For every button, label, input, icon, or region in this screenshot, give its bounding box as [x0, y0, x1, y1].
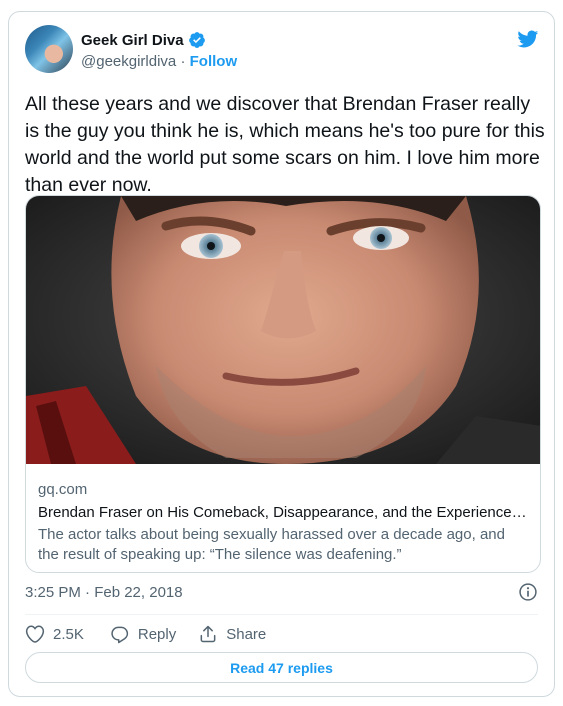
avatar[interactable]: [25, 25, 73, 73]
follow-button[interactable]: Follow: [190, 53, 238, 70]
like-count: 2.5K: [53, 625, 84, 643]
tweet-text: All these years and we discover that Bre…: [25, 93, 545, 196]
author-name-row: Geek Girl Diva: [81, 31, 206, 49]
link-domain: gq.com: [38, 481, 88, 498]
read-replies-label: Read 47 replies: [230, 659, 333, 676]
heart-icon: [25, 625, 45, 643]
tweet-timestamp[interactable]: 3:25 PM · Feb 22, 2018: [25, 584, 183, 601]
verified-badge-icon: [188, 32, 205, 48]
reply-label: Reply: [137, 625, 177, 643]
author-handle-row: @geekgirldiva · Follow: [81, 53, 237, 70]
article-photo[interactable]: [26, 196, 541, 464]
reply-icon: [111, 626, 128, 644]
divider: [25, 614, 538, 615]
link-description: The actor talks about being sexually har…: [38, 526, 505, 563]
action-bar: 2.5K Reply Share: [25, 622, 288, 646]
handle-separator: ·: [180, 53, 190, 70]
link-preview-card[interactable]: gq.com Brendan Fraser on His Comeback, D…: [25, 195, 541, 573]
tweet-card: Geek Girl Diva @geekgirldiva · Follow Al…: [8, 11, 555, 697]
author-handle[interactable]: @geekgirldiva: [81, 53, 176, 70]
read-replies-button[interactable]: Read 47 replies: [25, 652, 538, 683]
link-title[interactable]: Brendan Fraser on His Comeback, Disappea…: [38, 503, 528, 523]
info-icon[interactable]: [518, 582, 538, 602]
author-display-name[interactable]: Geek Girl Diva: [81, 32, 184, 49]
like-button[interactable]: 2.5K: [25, 624, 84, 644]
reply-button[interactable]: Reply: [110, 624, 176, 644]
share-button[interactable]: Share: [198, 624, 266, 644]
link-meta: gq.com Brendan Fraser on His Comeback, D…: [38, 480, 528, 565]
share-label: Share: [226, 625, 267, 643]
twitter-bird-icon[interactable]: [515, 28, 540, 50]
share-icon: [200, 625, 216, 643]
